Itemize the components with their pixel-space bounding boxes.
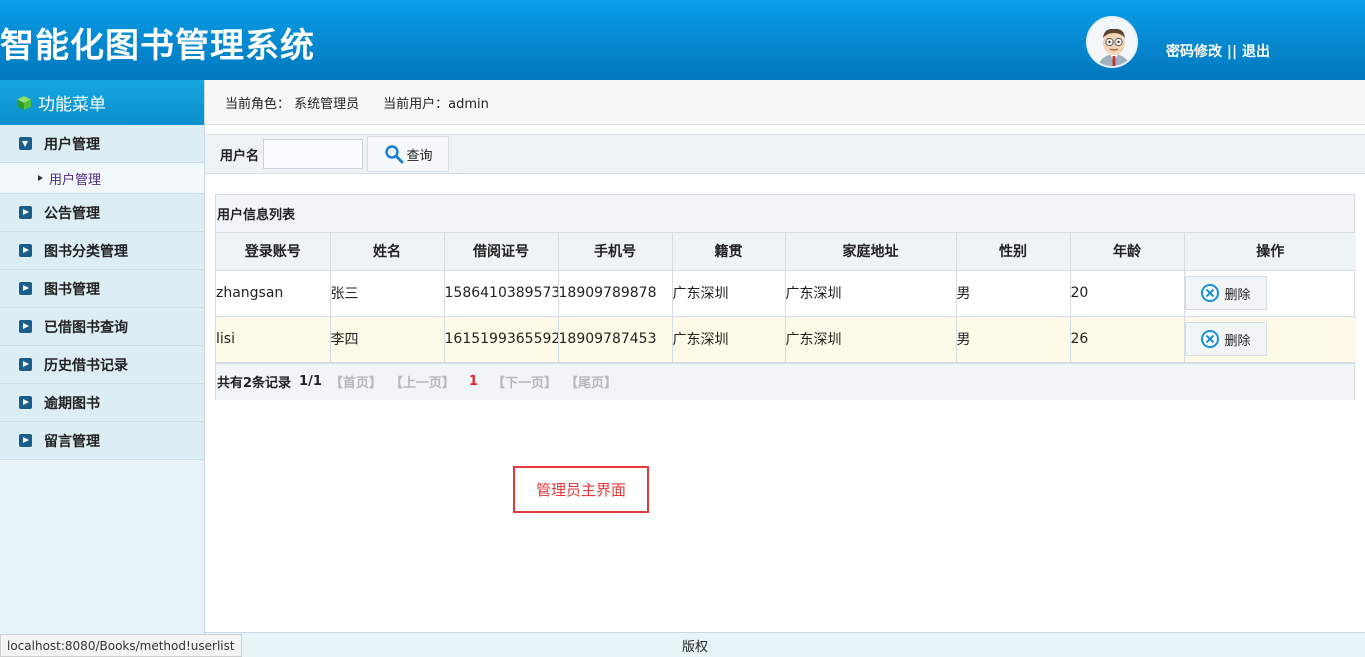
table-header-row: 登录账号 姓名 借阅证号 手机号 籍贯 家庭地址 性别 年龄 操作 [216, 233, 1356, 271]
pagination-bar: 共有2条记录 1/1 【首页】 【上一页】 1 【下一页】 【尾页】 [216, 362, 1354, 400]
delete-button-label: 删除 [1224, 287, 1251, 303]
column-header: 操作 [1183, 233, 1356, 271]
expand-right-icon [19, 244, 32, 257]
admin-caption-box: 管理员主界面 [513, 466, 649, 513]
cell-name: 张三 [329, 269, 445, 317]
header-links: 密码修改 || 退出 [1166, 41, 1270, 61]
sidebar-item-label: 公告管理 [44, 205, 100, 222]
avatar-icon [1088, 18, 1136, 66]
menu-title: 功能菜单 [0, 80, 204, 125]
footer: 版权 [205, 632, 1365, 657]
change-password-link[interactable]: 密码修改 [1166, 44, 1222, 60]
logout-link[interactable]: 退出 [1242, 44, 1270, 60]
cell-native-place: 广东深圳 [671, 269, 786, 317]
sidebar-item-announcement[interactable]: 公告管理 [0, 194, 204, 232]
expand-right-icon [19, 358, 32, 371]
column-header: 年龄 [1069, 233, 1185, 271]
last-page-link[interactable]: 【尾页】 [565, 372, 617, 391]
expand-right-icon [19, 206, 32, 219]
menu-title-label: 功能菜单 [38, 95, 106, 115]
sidebar: 功能菜单 用户管理 用户管理 公告管理 图书分类管理 图书管理 已借图书查询 历… [0, 80, 205, 657]
header-separator: || [1226, 44, 1238, 60]
cell-card-number: 1586410389573 [443, 269, 559, 317]
record-count: 共有2条记录 [217, 376, 292, 391]
sidebar-item-label: 历史借书记录 [44, 357, 128, 374]
delete-circle-icon [1201, 330, 1220, 348]
column-header: 手机号 [557, 233, 673, 271]
app-title: 智能化图书管理系统 [0, 26, 315, 66]
column-header: 家庭地址 [784, 233, 957, 271]
cell-age: 20 [1069, 269, 1185, 317]
sidebar-item-history[interactable]: 历史借书记录 [0, 346, 204, 384]
delete-button[interactable]: 删除 [1185, 322, 1267, 356]
browser-status-url: localhost:8080/Books/method!userlist [0, 634, 242, 657]
user-table-panel: 用户信息列表 登录账号 姓名 借阅证号 手机号 籍贯 家庭地址 性别 年龄 操作… [215, 194, 1356, 400]
current-page: 1 [468, 374, 478, 389]
column-header: 籍贯 [671, 233, 786, 271]
expand-down-icon [19, 137, 32, 150]
search-button-label: 查询 [406, 148, 433, 164]
bullet-triangle-icon [38, 175, 43, 181]
sidebar-item-messages[interactable]: 留言管理 [0, 422, 204, 460]
sidebar-item-label: 留言管理 [44, 433, 100, 450]
current-role: 当前角色： 系统管理员 [225, 96, 360, 112]
expand-right-icon [19, 282, 32, 295]
page-indicator: 1/1 [299, 374, 322, 389]
cell-actions: 删除 [1183, 315, 1356, 363]
sidebar-item-label: 已借图书查询 [44, 319, 128, 336]
sidebar-item-books[interactable]: 图书管理 [0, 270, 204, 308]
cell-native-place: 广东深圳 [671, 315, 786, 363]
user-table: 登录账号 姓名 借阅证号 手机号 籍贯 家庭地址 性别 年龄 操作 zhangs… [216, 233, 1356, 363]
column-header: 姓名 [329, 233, 445, 271]
table-row: lisi 李四 1615199365592 18909787453 广东深圳 广… [216, 315, 1356, 363]
search-input[interactable] [263, 139, 364, 169]
role-bar: 当前角色： 系统管理员 当前用户：admin [205, 80, 1365, 125]
sidebar-item-label: 图书分类管理 [44, 243, 128, 260]
cube-icon [17, 95, 31, 110]
cell-age: 26 [1069, 315, 1185, 363]
avatar[interactable] [1086, 16, 1138, 68]
submenu-item-user-management[interactable]: 用户管理 [0, 163, 204, 194]
cell-address: 广东深圳 [784, 315, 957, 363]
sidebar-item-user-management[interactable]: 用户管理 [0, 125, 204, 163]
delete-button[interactable]: 删除 [1185, 276, 1267, 310]
next-page-link[interactable]: 【下一页】 [492, 372, 557, 391]
cell-name: 李四 [329, 315, 445, 363]
table-row: zhangsan 张三 1586410389573 18909789878 广东… [216, 269, 1356, 317]
submenu-item-label: 用户管理 [49, 172, 102, 188]
sidebar-item-overdue[interactable]: 逾期图书 [0, 384, 204, 422]
delete-button-label: 删除 [1224, 333, 1251, 349]
expand-right-icon [19, 434, 32, 447]
cell-card-number: 1615199365592 [443, 315, 559, 363]
delete-circle-icon [1201, 284, 1220, 302]
cell-gender: 男 [955, 269, 1071, 317]
column-header: 性别 [955, 233, 1071, 271]
cell-phone: 18909789878 [557, 269, 673, 317]
search-button[interactable]: 查询 [367, 136, 450, 172]
current-user: 当前用户：admin [383, 96, 489, 112]
cell-address: 广东深圳 [784, 269, 957, 317]
header-bar: 智能化图书管理系统 密码修改 || 退出 [0, 0, 1365, 80]
search-bar: 用户名 查询 [205, 134, 1365, 174]
sidebar-item-label: 图书管理 [44, 281, 100, 298]
cell-account: lisi [216, 315, 331, 363]
search-label: 用户名 [220, 148, 260, 164]
copyright-text: 版权 [681, 639, 708, 655]
column-header: 登录账号 [216, 233, 331, 271]
table-title: 用户信息列表 [216, 195, 1354, 233]
sidebar-item-category[interactable]: 图书分类管理 [0, 232, 204, 270]
expand-right-icon [19, 320, 32, 333]
search-icon [384, 145, 403, 164]
first-page-link[interactable]: 【首页】 [330, 372, 382, 391]
cell-gender: 男 [955, 315, 1071, 363]
expand-right-icon [19, 396, 32, 409]
sidebar-item-borrowed[interactable]: 已借图书查询 [0, 308, 204, 346]
cell-actions: 删除 [1183, 269, 1356, 317]
sidebar-item-label: 用户管理 [44, 136, 100, 153]
column-header: 借阅证号 [443, 233, 559, 271]
prev-page-link[interactable]: 【上一页】 [390, 372, 455, 391]
cell-account: zhangsan [216, 269, 331, 317]
cell-phone: 18909787453 [557, 315, 673, 363]
sidebar-item-label: 逾期图书 [44, 395, 100, 412]
